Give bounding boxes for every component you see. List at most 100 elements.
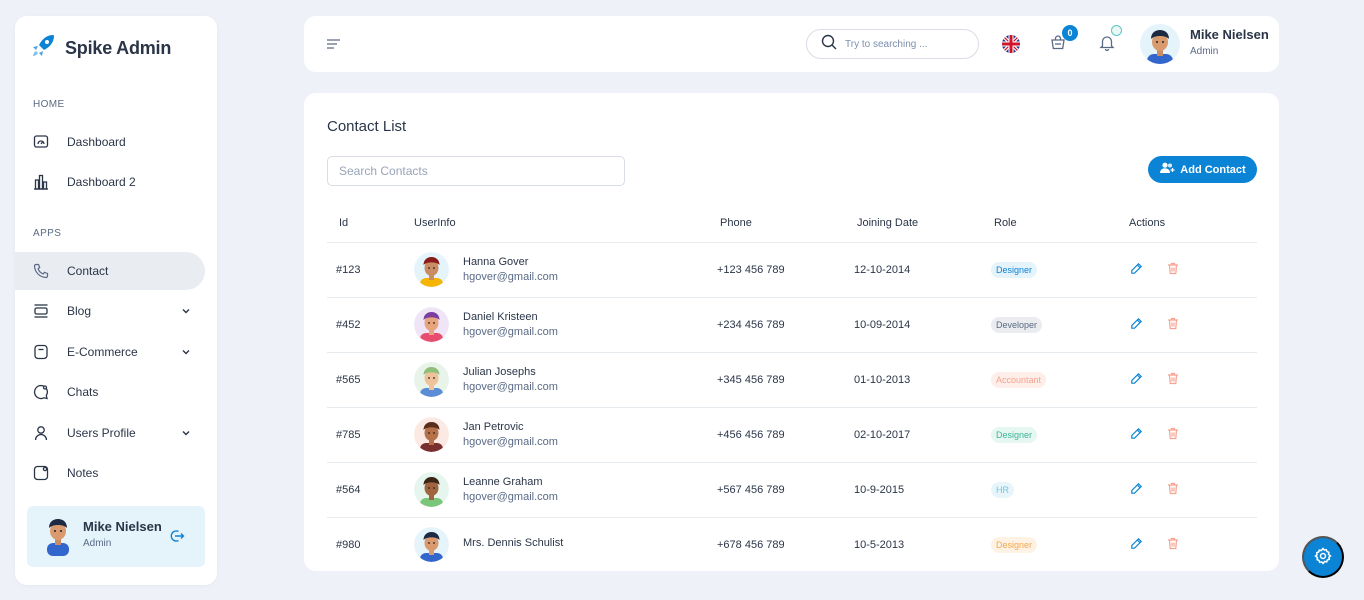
contact-name[interactable]: Jan Petrovic	[463, 421, 558, 433]
chart-bars-icon	[33, 174, 49, 190]
contact-email: hgover@gmail.com	[463, 491, 558, 503]
header-user-name[interactable]: Mike Nielsen	[1190, 27, 1269, 42]
uk-flag-icon[interactable]	[1002, 35, 1020, 53]
contact-userinfo: Hanna Gover hgover@gmail.com	[414, 242, 717, 298]
contact-name[interactable]: Julian Josephs	[463, 366, 558, 378]
edit-icon[interactable]	[1130, 317, 1143, 333]
sidebar-item-contact[interactable]: Contact	[15, 252, 205, 290]
sidebar-item-label: Notes	[67, 466, 99, 480]
contact-phone: +456 456 789	[717, 407, 854, 463]
column-header-userinfo[interactable]: UserInfo	[414, 204, 717, 243]
contact-email: hgover@gmail.com	[463, 326, 558, 338]
gear-icon	[1314, 546, 1332, 568]
trash-icon[interactable]	[1167, 262, 1179, 278]
profile-role: Admin	[83, 538, 112, 549]
contact-name[interactable]: Leanne Graham	[463, 476, 558, 488]
avatar[interactable]	[1140, 24, 1180, 69]
column-header-id[interactable]: Id	[327, 204, 414, 243]
table-row[interactable]: #123 Hanna Gover hgover@gmail.com +123 4…	[327, 242, 1257, 298]
edit-icon[interactable]	[1130, 262, 1143, 278]
avatar	[414, 362, 449, 397]
logout-icon[interactable]	[169, 528, 185, 549]
status-badge: HR	[991, 481, 1014, 498]
contact-id: #564	[327, 462, 414, 518]
sidebar-item-users-profile[interactable]: Users Profile	[15, 414, 205, 452]
column-header-phone[interactable]: Phone	[717, 204, 854, 243]
contact-role-cell: Developer	[991, 297, 1126, 353]
contact-role-cell: Designer	[991, 407, 1126, 463]
settings-fab[interactable]	[1302, 536, 1344, 578]
sidebar-item-label: E-Commerce	[67, 345, 138, 359]
sidebar-item-label: Chats	[67, 385, 99, 399]
sidebar: Spike Admin HOME Dashboard Dashboard 2 A…	[15, 16, 217, 585]
sidebar-item-label: Dashboard 2	[67, 175, 136, 189]
sidebar-item-chats[interactable]: Chats	[15, 373, 205, 411]
table-row[interactable]: #564 Leanne Graham hgover@gmail.com +567…	[327, 462, 1257, 518]
sidebar-item-ecommerce[interactable]: E-Commerce	[15, 333, 205, 371]
add-contact-label: Add Contact	[1180, 163, 1246, 176]
edit-icon[interactable]	[1130, 372, 1143, 388]
edit-icon[interactable]	[1130, 427, 1143, 443]
column-header-role[interactable]: Role	[991, 204, 1126, 243]
menu-icon[interactable]	[326, 37, 342, 55]
monitor-icon	[33, 134, 49, 150]
status-badge: Accountant	[991, 371, 1047, 388]
contact-phone: +234 456 789	[717, 297, 854, 353]
trash-icon[interactable]	[1167, 317, 1179, 333]
contact-joining-date: 10-9-2015	[854, 462, 991, 518]
trash-icon[interactable]	[1167, 537, 1179, 553]
edit-icon[interactable]	[1130, 537, 1143, 553]
contact-userinfo: Jan Petrovic hgover@gmail.com	[414, 407, 717, 463]
contact-name[interactable]: Mrs. Dennis Schulist	[463, 537, 563, 549]
page-title: Contact List	[327, 118, 407, 135]
user-icon	[33, 425, 49, 441]
header-search[interactable]: Try to searching ...	[806, 29, 979, 59]
contact-userinfo: Mrs. Dennis Schulist	[414, 517, 717, 571]
chevron-down-icon[interactable]	[181, 346, 191, 360]
trash-icon[interactable]	[1167, 372, 1179, 388]
top-header: Try to searching ... 0 Mike Nielsen Admi…	[304, 16, 1279, 72]
avatar	[41, 516, 75, 561]
table-row[interactable]: #980 Mrs. Dennis Schulist +678 456 789 1…	[327, 517, 1257, 571]
avatar	[414, 307, 449, 342]
table-row[interactable]: #785 Jan Petrovic hgover@gmail.com +456 …	[327, 407, 1257, 463]
contact-userinfo: Leanne Graham hgover@gmail.com	[414, 462, 717, 518]
contact-list-card: Contact List Add Contact Id UserInfo Pho…	[304, 93, 1279, 571]
section-apps-caption: APPS	[33, 228, 62, 239]
contact-role-cell: Designer	[991, 517, 1126, 571]
chevron-down-icon[interactable]	[181, 427, 191, 441]
contact-joining-date: 12-10-2014	[854, 242, 991, 298]
chevron-down-icon[interactable]	[181, 305, 191, 319]
add-contact-button[interactable]: Add Contact	[1148, 156, 1257, 183]
layout-icon	[33, 303, 49, 319]
bell-icon[interactable]	[1099, 34, 1115, 56]
contact-id: #980	[327, 517, 414, 571]
contact-email: hgover@gmail.com	[463, 381, 558, 393]
search-contacts-input[interactable]	[327, 156, 625, 186]
table-row[interactable]: #565 Julian Josephs hgover@gmail.com +34…	[327, 352, 1257, 408]
phone-icon	[33, 263, 49, 279]
profile-name: Mike Nielsen	[83, 519, 162, 534]
column-header-joining-date[interactable]: Joining Date	[854, 204, 991, 243]
trash-icon[interactable]	[1167, 482, 1179, 498]
contact-id: #123	[327, 242, 414, 298]
trash-icon[interactable]	[1167, 427, 1179, 443]
contact-name[interactable]: Daniel Kristeen	[463, 311, 558, 323]
avatar	[414, 472, 449, 507]
sidebar-item-dashboard-2[interactable]: Dashboard 2	[15, 163, 205, 201]
contact-name[interactable]: Hanna Gover	[463, 256, 558, 268]
sidebar-item-notes[interactable]: Notes	[15, 454, 205, 492]
edit-icon[interactable]	[1130, 482, 1143, 498]
table-row[interactable]: #452 Daniel Kristeen hgover@gmail.com +2…	[327, 297, 1257, 353]
contact-role-cell: Designer	[991, 242, 1126, 298]
brand[interactable]: Spike Admin	[29, 32, 171, 65]
status-badge: Designer	[991, 261, 1038, 278]
contact-phone: +678 456 789	[717, 517, 854, 571]
contact-actions	[1126, 242, 1257, 298]
table-header-row: Id UserInfo Phone Joining Date Role Acti…	[327, 204, 1257, 243]
contact-phone: +567 456 789	[717, 462, 854, 518]
sidebar-item-blog[interactable]: Blog	[15, 292, 205, 330]
contact-id: #565	[327, 352, 414, 408]
sidebar-item-dashboard[interactable]: Dashboard	[15, 123, 205, 161]
chat-icon	[33, 384, 49, 400]
